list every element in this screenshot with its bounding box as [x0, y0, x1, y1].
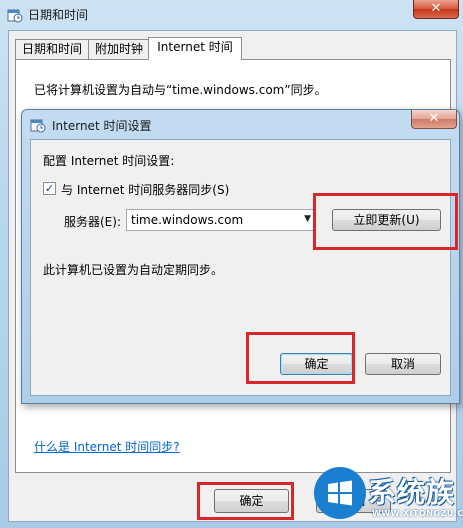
tab-date-time[interactable]: 日期和时间 — [15, 39, 89, 59]
highlight-box-dialog-ok — [246, 332, 355, 384]
watermark-url: WWW.XITONGZU.COM — [372, 509, 463, 518]
chevron-down-icon[interactable]: ▼ — [304, 214, 311, 224]
highlight-box-window-ok — [197, 482, 294, 520]
sync-checkbox[interactable]: ✓ — [43, 182, 56, 195]
server-combobox[interactable]: time.windows.com ▼ — [126, 209, 315, 231]
server-value: time.windows.com — [131, 213, 244, 227]
dialog-title: Internet 时间设置 — [52, 119, 152, 133]
window-title-bar: 日期和时间 ✕ — [0, 0, 463, 28]
internet-time-help-link[interactable]: 什么是 Internet 时间同步? — [34, 438, 180, 455]
clock-calendar-icon — [30, 119, 46, 133]
tab-additional-clocks[interactable]: 附加时钟 — [88, 39, 150, 59]
dialog-client-area: 配置 Internet 时间设置: ✓ 与 Internet 时间服务器同步(S… — [30, 139, 451, 396]
tab-internet-time[interactable]: Internet 时间 — [148, 37, 242, 60]
clock-calendar-icon — [7, 9, 23, 23]
internet-time-settings-dialog: Internet 时间设置 ✕ 配置 Internet 时间设置: ✓ 与 In… — [21, 109, 460, 404]
watermark: 系统族 WWW.XITONGZU.COM — [314, 467, 463, 528]
server-label: 服务器(E): — [64, 215, 121, 229]
brand-logo — [314, 467, 366, 519]
sync-checkbox-label[interactable]: 与 Internet 时间服务器同步(S) — [61, 181, 229, 198]
highlight-box-update-now — [313, 193, 458, 250]
watermark-brand: 系统族 — [368, 476, 456, 509]
auto-sync-info-text: 此计算机已设置为自动定期同步。 — [43, 263, 224, 277]
sync-status-text: 已将计算机设置为自动与“time.windows.com”同步。 — [34, 83, 327, 97]
window-title: 日期和时间 — [28, 8, 89, 22]
dialog-cancel-button[interactable]: 取消 — [365, 353, 441, 375]
config-label: 配置 Internet 时间设置: — [43, 154, 175, 168]
dialog-title-bar: Internet 时间设置 ✕ — [22, 110, 459, 138]
windows-logo-icon — [328, 480, 352, 506]
window-close-button[interactable]: ✕ — [413, 0, 459, 19]
dialog-close-button[interactable]: ✕ — [411, 110, 457, 129]
